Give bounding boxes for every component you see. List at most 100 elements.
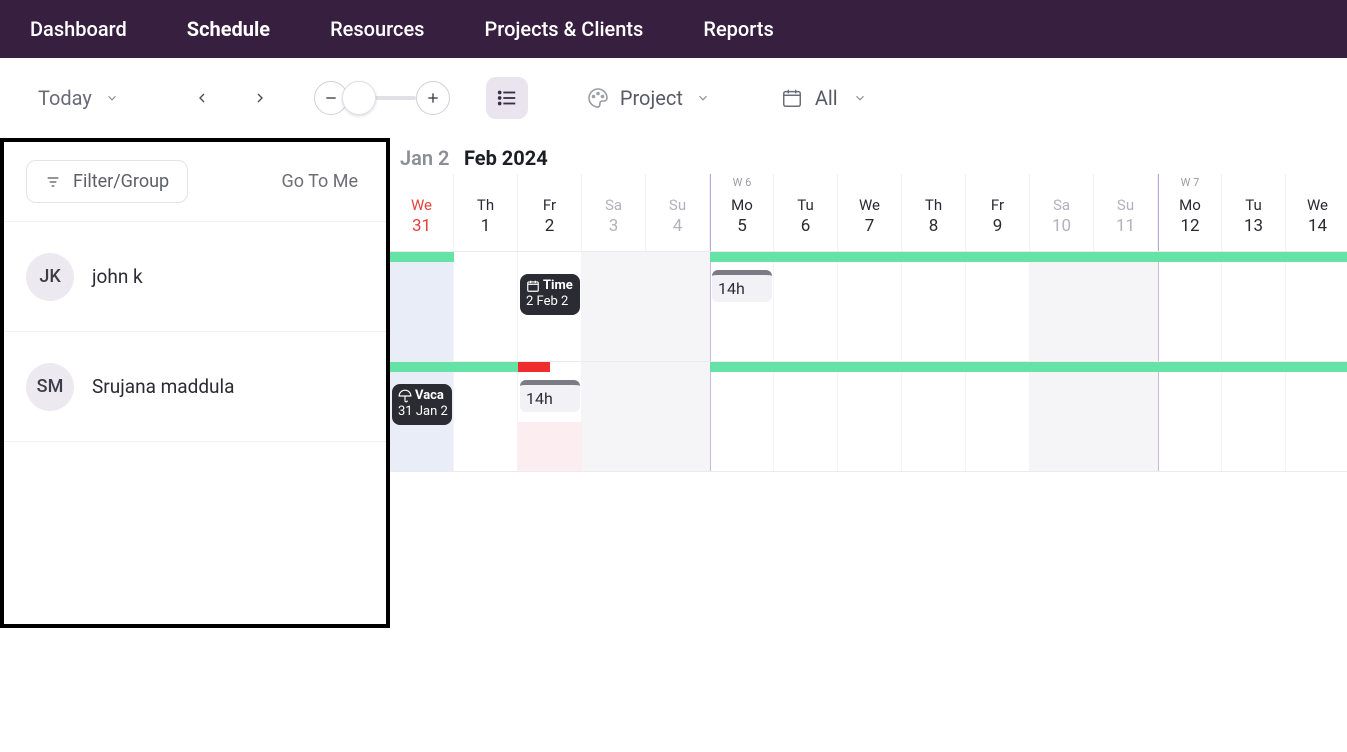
day-header[interactable]: Th8 xyxy=(902,174,966,251)
timeline-cell[interactable] xyxy=(582,252,646,361)
today-label: Today xyxy=(38,86,92,110)
timeline-cell[interactable] xyxy=(1094,252,1158,361)
event-chip[interactable]: Time2 Feb 2 xyxy=(520,274,580,315)
day-of-week: Tu xyxy=(774,196,837,214)
go-to-me-button[interactable]: Go To Me xyxy=(282,171,365,192)
hours-allocation[interactable]: 14h xyxy=(712,270,772,302)
day-of-month: 5 xyxy=(711,216,773,236)
next-button[interactable] xyxy=(246,84,274,112)
nav-item-reports[interactable]: Reports xyxy=(693,7,783,51)
timeline-cell[interactable] xyxy=(1030,362,1094,471)
timeline-cell[interactable] xyxy=(710,362,774,471)
nav-item-schedule[interactable]: Schedule xyxy=(177,7,280,51)
timeline-cell[interactable] xyxy=(838,252,902,361)
person-name: john k xyxy=(92,265,143,288)
day-of-month: 3 xyxy=(582,216,645,236)
day-of-month: 6 xyxy=(774,216,837,236)
timeline-cell[interactable] xyxy=(1030,252,1094,361)
nav-item-dashboard[interactable]: Dashboard xyxy=(20,7,137,51)
day-header[interactable]: Sa3 xyxy=(582,174,646,251)
timeline-cell[interactable] xyxy=(774,362,838,471)
day-header[interactable]: We31 xyxy=(390,174,454,251)
day-of-week: Sa xyxy=(1030,196,1093,214)
availability-bar xyxy=(710,362,1158,372)
sidebar-top: Filter/Group Go To Me xyxy=(4,142,386,222)
day-header[interactable]: Tu13 xyxy=(1222,174,1286,251)
timeline-cell[interactable] xyxy=(582,362,646,471)
timeline-cell[interactable] xyxy=(454,252,518,361)
day-header[interactable]: Mo5 xyxy=(710,174,774,251)
schedule-row[interactable]: Time2 Feb 2 14h xyxy=(390,252,1347,362)
timeline-cell[interactable] xyxy=(1094,362,1158,471)
day-of-week: We xyxy=(390,196,453,214)
range-dropdown[interactable]: All xyxy=(781,86,870,110)
timeline-cell[interactable] xyxy=(1158,362,1222,471)
calendar-icon xyxy=(526,279,540,293)
day-header[interactable]: Su4 xyxy=(646,174,710,251)
filter-group-button[interactable]: Filter/Group xyxy=(26,160,188,203)
timeline-cell[interactable] xyxy=(646,362,710,471)
chip-subtitle: 31 Jan 2 xyxy=(398,404,448,419)
timeline-cell[interactable] xyxy=(966,362,1030,471)
timeline-cell[interactable] xyxy=(838,362,902,471)
day-of-month: 10 xyxy=(1030,216,1093,236)
day-header[interactable]: Tu 6 xyxy=(774,174,838,251)
nav-item-resources[interactable]: Resources xyxy=(320,7,434,51)
zoom-control xyxy=(314,81,450,115)
timeline-cell[interactable] xyxy=(774,252,838,361)
day-of-month: 7 xyxy=(838,216,901,236)
top-nav: Dashboard Schedule Resources Projects & … xyxy=(0,0,1347,58)
over-allocation-bar xyxy=(518,362,550,372)
timeline-cell[interactable] xyxy=(710,252,774,361)
timeline-cell[interactable] xyxy=(902,362,966,471)
prev-button[interactable] xyxy=(188,84,216,112)
hours-allocation[interactable]: 14h xyxy=(520,380,580,412)
event-chip[interactable]: Vaca31 Jan 2 xyxy=(392,384,452,425)
filter-icon xyxy=(45,174,61,190)
day-of-month: 8 xyxy=(902,216,965,236)
timeline-cell[interactable] xyxy=(1158,252,1222,361)
day-header[interactable]: Su11 xyxy=(1094,174,1158,251)
person-row[interactable]: SM Srujana maddula xyxy=(4,332,386,442)
day-header[interactable]: Mo12 xyxy=(1158,174,1222,251)
day-header[interactable]: We7 xyxy=(838,174,902,251)
chevron-down-icon xyxy=(850,88,870,108)
today-dropdown[interactable]: Today xyxy=(30,80,130,116)
chip-title: Time xyxy=(543,278,573,293)
timeline-cell[interactable] xyxy=(902,252,966,361)
sidebar: Filter/Group Go To Me JK john k SM Sruja… xyxy=(0,138,390,628)
person-name: Srujana maddula xyxy=(92,375,234,398)
group-dropdown[interactable]: Project xyxy=(586,86,713,110)
timeline-cell[interactable] xyxy=(1222,362,1286,471)
list-view-button[interactable] xyxy=(486,77,528,119)
timeline-cell[interactable] xyxy=(966,252,1030,361)
avatar: JK xyxy=(26,253,74,301)
person-row[interactable]: JK john k xyxy=(4,222,386,332)
main: Filter/Group Go To Me JK john k SM Sruja… xyxy=(0,138,1347,752)
prev-month-label: Jan 2 xyxy=(400,146,449,170)
filter-label: Filter/Group xyxy=(73,171,169,192)
chevron-down-icon xyxy=(693,88,713,108)
timeline-cell[interactable] xyxy=(390,252,454,361)
day-header[interactable]: Fr2 xyxy=(518,174,582,251)
day-header[interactable]: Sa 10 xyxy=(1030,174,1094,251)
chip-title: Vaca xyxy=(415,388,444,403)
zoom-knob[interactable] xyxy=(342,81,376,115)
timeline[interactable]: Jan 2 Feb 2024 We31Th1Fr2Sa3Su4Mo5Tu6We7… xyxy=(390,138,1347,752)
timeline-cell[interactable] xyxy=(1222,252,1286,361)
schedule-row[interactable]: Vaca31 Jan 2 14h xyxy=(390,362,1347,472)
day-of-week: Tu xyxy=(1222,196,1285,214)
day-header[interactable]: Th 1 xyxy=(454,174,518,251)
day-header[interactable]: We14 xyxy=(1286,174,1347,251)
timeline-cell[interactable] xyxy=(454,362,518,471)
timeline-cell[interactable] xyxy=(1286,362,1347,471)
nav-item-projects[interactable]: Projects & Clients xyxy=(474,7,653,51)
timeline-cell[interactable] xyxy=(1286,252,1347,361)
day-header[interactable]: Fr9 xyxy=(966,174,1030,251)
zoom-in-button[interactable] xyxy=(416,81,450,115)
day-of-week: Th xyxy=(454,196,517,214)
zoom-slider[interactable] xyxy=(348,96,416,100)
day-of-month: 1 xyxy=(454,216,517,236)
day-of-week: Su xyxy=(646,196,709,214)
timeline-cell[interactable] xyxy=(646,252,710,361)
